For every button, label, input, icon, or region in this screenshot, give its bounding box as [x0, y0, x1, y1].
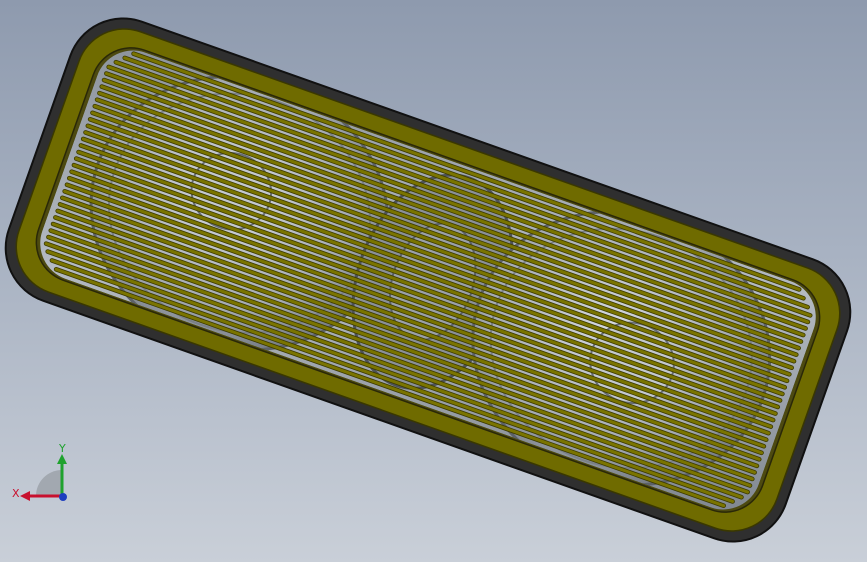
cad-viewport[interactable]	[0, 0, 867, 562]
x-arrow-head	[20, 491, 30, 501]
x-axis-label: X	[12, 487, 20, 500]
speaker-grille	[4, 17, 852, 543]
view-orientation-triad: Y X	[12, 442, 67, 501]
triad-quadrant	[36, 470, 62, 496]
y-axis-label: Y	[58, 442, 66, 455]
y-arrow-head	[57, 454, 67, 464]
z-axis-dot	[59, 493, 67, 501]
